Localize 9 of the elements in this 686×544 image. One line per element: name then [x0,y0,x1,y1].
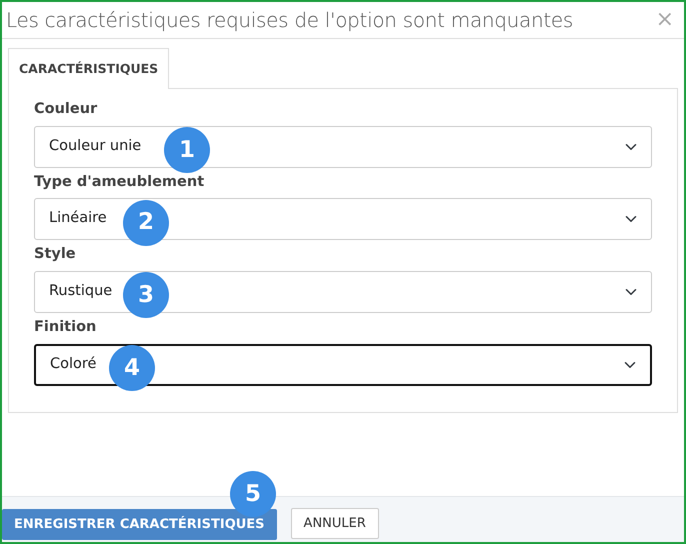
field-label: Finition [34,318,98,337]
callout-badge: 5 [230,471,276,517]
save-button[interactable]: ENREGISTRER CARACTÉRISTIQUES [2,508,277,540]
cancel-button[interactable]: ANNULER [290,508,379,539]
field-label: Style [34,245,77,264]
tab[interactable]: CARACTÉRISTIQUES [8,48,170,89]
dialog-title: Les caractéristiques requises de l'option sont manquantes [6,7,574,34]
field-label: Couleur [34,100,98,119]
field-label: Type d'ameublement [34,172,206,192]
